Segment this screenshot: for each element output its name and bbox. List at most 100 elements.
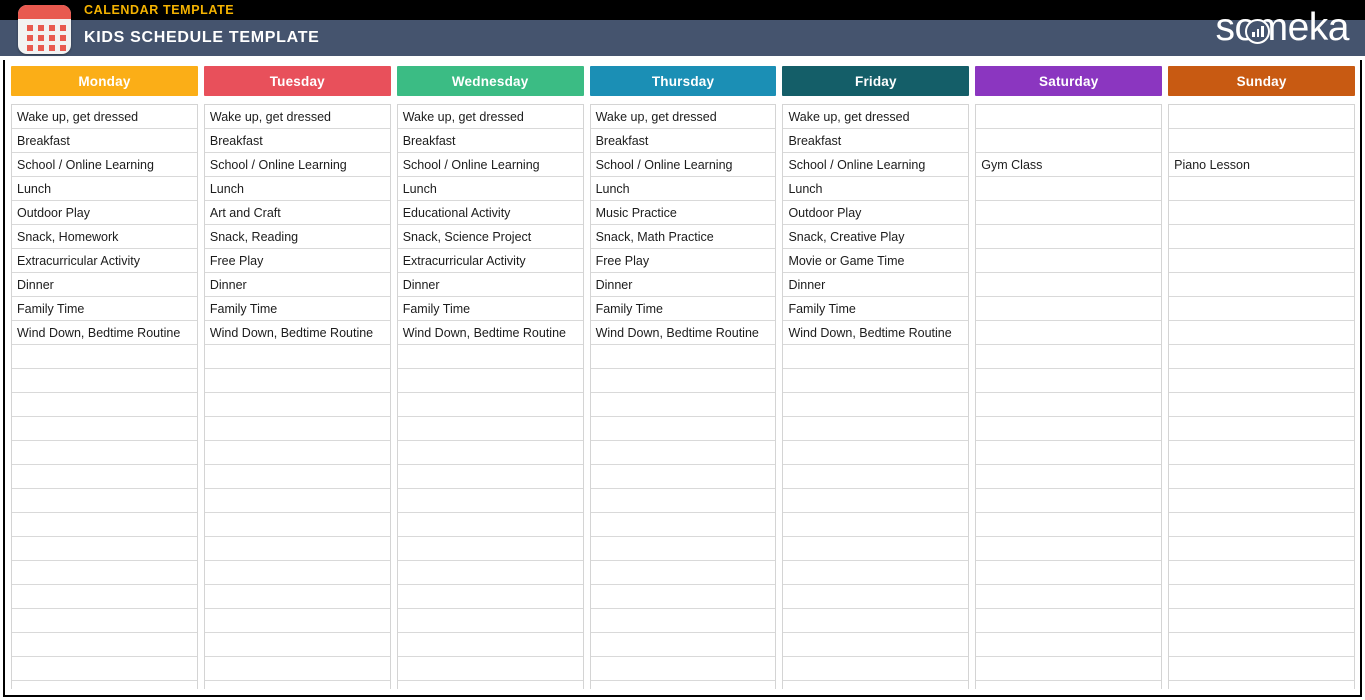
schedule-cell[interactable]	[590, 561, 776, 585]
schedule-cell[interactable]: Breakfast	[397, 129, 583, 153]
schedule-cell[interactable]	[1169, 177, 1355, 201]
schedule-cell[interactable]: Family Time	[12, 297, 197, 321]
schedule-cell[interactable]	[976, 273, 1162, 297]
schedule-cell[interactable]	[976, 345, 1162, 369]
schedule-cell[interactable]: Gym Class	[976, 153, 1162, 177]
schedule-cell[interactable]	[1169, 561, 1355, 585]
schedule-cell[interactable]	[12, 657, 197, 681]
schedule-cell[interactable]	[1169, 201, 1355, 225]
schedule-cell[interactable]	[1169, 393, 1355, 417]
schedule-cell[interactable]	[397, 489, 583, 513]
schedule-cell[interactable]	[976, 249, 1162, 273]
schedule-cell[interactable]	[783, 537, 969, 561]
schedule-cell[interactable]	[590, 657, 776, 681]
schedule-cell[interactable]	[783, 585, 969, 609]
schedule-cell[interactable]	[783, 345, 969, 369]
schedule-cell[interactable]	[204, 345, 390, 369]
schedule-cell[interactable]	[397, 561, 583, 585]
schedule-cell[interactable]	[1169, 417, 1355, 441]
schedule-cell[interactable]	[397, 345, 583, 369]
schedule-cell[interactable]: Wake up, get dressed	[590, 105, 776, 129]
schedule-cell[interactable]: Wake up, get dressed	[783, 105, 969, 129]
schedule-cell[interactable]	[976, 417, 1162, 441]
schedule-cell[interactable]: Lunch	[590, 177, 776, 201]
schedule-cell[interactable]	[976, 225, 1162, 249]
schedule-cell[interactable]	[397, 393, 583, 417]
day-header-tuesday[interactable]: Tuesday	[203, 66, 391, 96]
schedule-cell[interactable]: Wind Down, Bedtime Routine	[397, 321, 583, 345]
schedule-cell[interactable]: Wind Down, Bedtime Routine	[204, 321, 390, 345]
schedule-cell[interactable]	[12, 465, 197, 489]
schedule-cell[interactable]: Art and Craft	[204, 201, 390, 225]
schedule-cell[interactable]	[204, 513, 390, 537]
schedule-cell[interactable]	[397, 513, 583, 537]
schedule-cell[interactable]	[590, 633, 776, 657]
schedule-cell[interactable]	[590, 513, 776, 537]
schedule-cell[interactable]: Dinner	[12, 273, 197, 297]
schedule-cell[interactable]	[397, 633, 583, 657]
schedule-cell[interactable]	[976, 609, 1162, 633]
schedule-cell[interactable]: Dinner	[590, 273, 776, 297]
schedule-cell[interactable]	[1169, 633, 1355, 657]
schedule-cell[interactable]: Free Play	[590, 249, 776, 273]
schedule-cell[interactable]	[783, 561, 969, 585]
schedule-cell[interactable]	[590, 441, 776, 465]
schedule-cell[interactable]	[1169, 585, 1355, 609]
schedule-cell[interactable]	[976, 537, 1162, 561]
schedule-cell[interactable]	[204, 369, 390, 393]
schedule-cell[interactable]	[12, 513, 197, 537]
day-header-sunday[interactable]: Sunday	[1168, 66, 1356, 96]
schedule-cell[interactable]	[590, 489, 776, 513]
schedule-cell[interactable]	[204, 609, 390, 633]
schedule-cell[interactable]	[12, 633, 197, 657]
schedule-cell[interactable]	[783, 489, 969, 513]
schedule-cell[interactable]: Free Play	[204, 249, 390, 273]
schedule-cell[interactable]: Snack, Math Practice	[590, 225, 776, 249]
schedule-cell[interactable]	[397, 441, 583, 465]
schedule-cell[interactable]	[976, 129, 1162, 153]
schedule-cell[interactable]	[204, 417, 390, 441]
schedule-cell[interactable]: Wake up, get dressed	[397, 105, 583, 129]
schedule-cell[interactable]: Outdoor Play	[12, 201, 197, 225]
schedule-cell[interactable]: Wake up, get dressed	[12, 105, 197, 129]
schedule-cell[interactable]	[783, 657, 969, 681]
schedule-cell[interactable]	[783, 393, 969, 417]
schedule-cell[interactable]: Family Time	[204, 297, 390, 321]
schedule-cell[interactable]	[204, 393, 390, 417]
schedule-cell[interactable]	[976, 585, 1162, 609]
schedule-cell[interactable]	[1169, 273, 1355, 297]
schedule-cell[interactable]	[1169, 105, 1355, 129]
schedule-cell[interactable]: Snack, Science Project	[397, 225, 583, 249]
schedule-cell[interactable]	[397, 537, 583, 561]
schedule-cell[interactable]	[976, 393, 1162, 417]
schedule-cell[interactable]	[976, 441, 1162, 465]
schedule-cell[interactable]	[12, 441, 197, 465]
schedule-cell[interactable]	[1169, 657, 1355, 681]
schedule-cell[interactable]	[1169, 321, 1355, 345]
schedule-cell[interactable]	[204, 585, 390, 609]
schedule-cell[interactable]: Family Time	[590, 297, 776, 321]
schedule-cell[interactable]	[590, 369, 776, 393]
schedule-cell[interactable]	[1169, 441, 1355, 465]
schedule-cell[interactable]: Educational Activity	[397, 201, 583, 225]
schedule-cell[interactable]: Breakfast	[204, 129, 390, 153]
schedule-cell[interactable]	[1169, 249, 1355, 273]
schedule-cell[interactable]	[976, 105, 1162, 129]
schedule-cell[interactable]	[204, 537, 390, 561]
schedule-cell[interactable]	[12, 345, 197, 369]
schedule-cell[interactable]	[397, 369, 583, 393]
schedule-cell[interactable]: School / Online Learning	[783, 153, 969, 177]
schedule-cell[interactable]	[397, 657, 583, 681]
schedule-cell[interactable]	[1169, 345, 1355, 369]
schedule-cell[interactable]: School / Online Learning	[204, 153, 390, 177]
schedule-cell[interactable]	[1169, 129, 1355, 153]
schedule-cell[interactable]	[12, 369, 197, 393]
schedule-cell[interactable]: Dinner	[204, 273, 390, 297]
schedule-cell[interactable]: Breakfast	[12, 129, 197, 153]
schedule-cell[interactable]	[590, 393, 776, 417]
schedule-cell[interactable]: Outdoor Play	[783, 201, 969, 225]
day-header-monday[interactable]: Monday	[11, 66, 198, 96]
schedule-cell[interactable]: School / Online Learning	[397, 153, 583, 177]
schedule-cell[interactable]: Wind Down, Bedtime Routine	[12, 321, 197, 345]
schedule-cell[interactable]	[397, 465, 583, 489]
